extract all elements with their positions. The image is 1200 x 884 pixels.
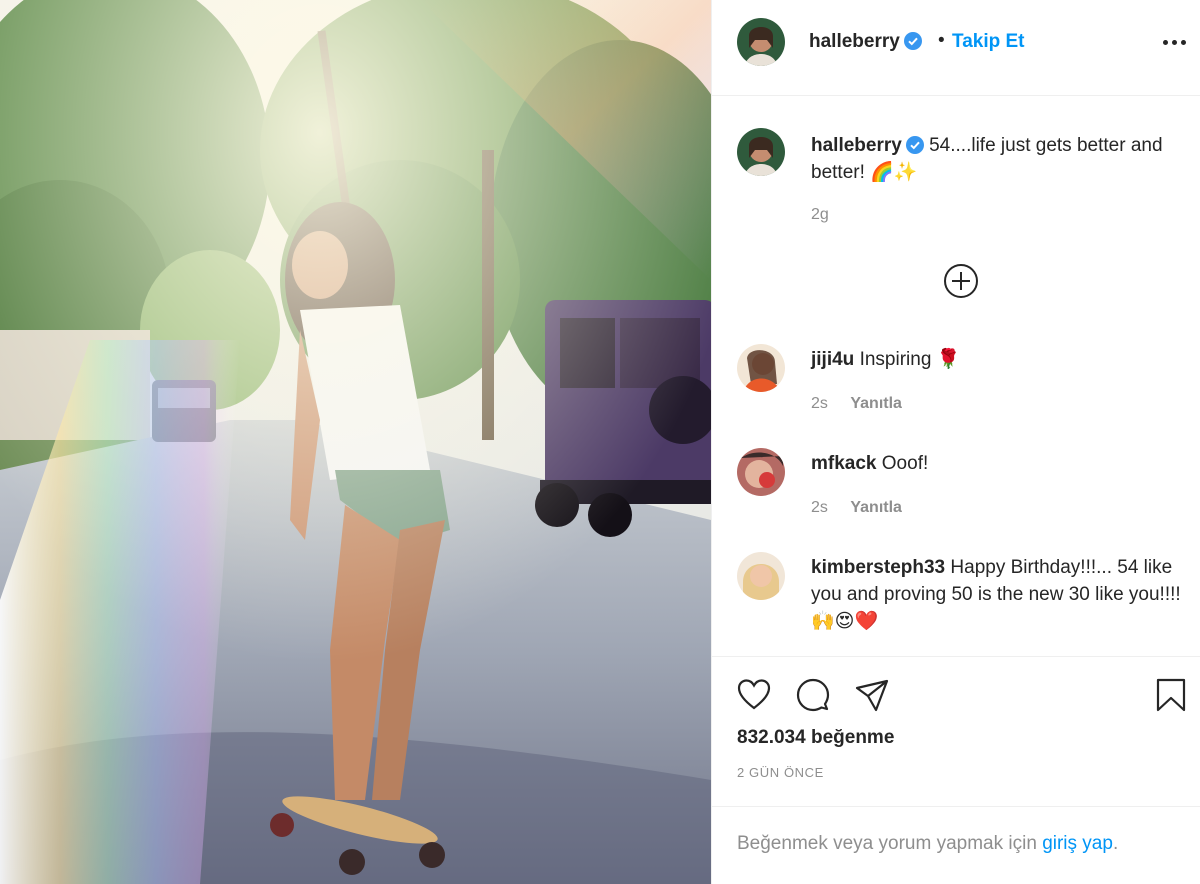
follow-button[interactable]: Takip Et — [952, 31, 1025, 53]
post-time-ago[interactable]: 2 GÜN ÖNCE — [737, 765, 824, 780]
post-image — [0, 0, 711, 884]
author-username[interactable]: halleberry — [809, 31, 922, 53]
load-more-comments-button[interactable] — [944, 264, 978, 298]
caption-author-avatar[interactable] — [737, 128, 785, 176]
login-prompt-text: Beğenmek veya yorum yapmak için — [737, 833, 1043, 854]
comment-meta: 2s Yanıtla — [811, 499, 902, 517]
likes-label: beğenme — [810, 727, 895, 748]
verified-badge-icon — [903, 32, 922, 50]
post-sidebar: halleberry • Takip Et halleberry 54....l… — [711, 0, 1200, 884]
share-send-icon[interactable] — [854, 677, 890, 713]
post-photo[interactable] — [0, 0, 711, 884]
save-bookmark-icon[interactable] — [1153, 677, 1189, 713]
comment-bubble-icon[interactable] — [794, 677, 830, 713]
like-heart-icon[interactable] — [736, 677, 772, 713]
comment-timestamp[interactable]: 2s — [811, 395, 828, 412]
comment-emoji: 🙌😍❤️ — [811, 611, 879, 632]
comment-emoji: 🌹 — [936, 349, 961, 370]
commenter-username[interactable]: jiji4u — [811, 349, 854, 370]
comment-text: jiji4u Inspiring 🌹 — [811, 346, 1181, 373]
login-prompt-bar: Beğenmek veya yorum yapmak için giriş ya… — [712, 806, 1200, 884]
comment-body: Ooof! — [881, 453, 929, 474]
login-link[interactable]: giriş yap — [1042, 833, 1113, 854]
post-caption: halleberry 54....life just gets better a… — [811, 132, 1181, 186]
header-separator: • — [938, 30, 945, 51]
caption-username[interactable]: halleberry — [811, 135, 902, 156]
login-prompt: Beğenmek veya yorum yapmak için giriş ya… — [737, 833, 1118, 855]
post-header: halleberry • Takip Et — [712, 0, 1200, 96]
more-options-icon[interactable] — [1163, 30, 1187, 54]
commenter-username[interactable]: kimbersteph33 — [811, 557, 945, 578]
login-prompt-suffix: . — [1112, 833, 1119, 854]
post-actions: 832.034 beğenme 2 GÜN ÖNCE — [712, 656, 1200, 806]
author-avatar[interactable] — [737, 18, 785, 66]
comment-body: Inspiring — [859, 349, 932, 370]
commenter-username[interactable]: mfkack — [811, 453, 877, 474]
likes-count[interactable]: 832.034 beğenme — [737, 727, 894, 749]
verified-badge-icon — [905, 136, 924, 154]
comment-meta: 2s Yanıtla — [811, 395, 902, 413]
author-username-text[interactable]: halleberry — [809, 31, 900, 52]
likes-number: 832.034 — [737, 727, 806, 748]
comment-text: mfkack Ooof! — [811, 450, 1181, 477]
commenter-avatar[interactable] — [737, 344, 785, 392]
comment-text: kimbersteph33 Happy Birthday!!!... 54 li… — [811, 554, 1181, 635]
reply-button[interactable]: Yanıtla — [850, 499, 902, 517]
reply-button[interactable]: Yanıtla — [850, 395, 902, 413]
commenter-avatar[interactable] — [737, 552, 785, 600]
commenter-avatar[interactable] — [737, 448, 785, 496]
caption-emoji: 🌈✨ — [870, 162, 918, 183]
comment-timestamp[interactable]: 2s — [811, 499, 828, 516]
caption-timestamp[interactable]: 2g — [811, 206, 829, 224]
